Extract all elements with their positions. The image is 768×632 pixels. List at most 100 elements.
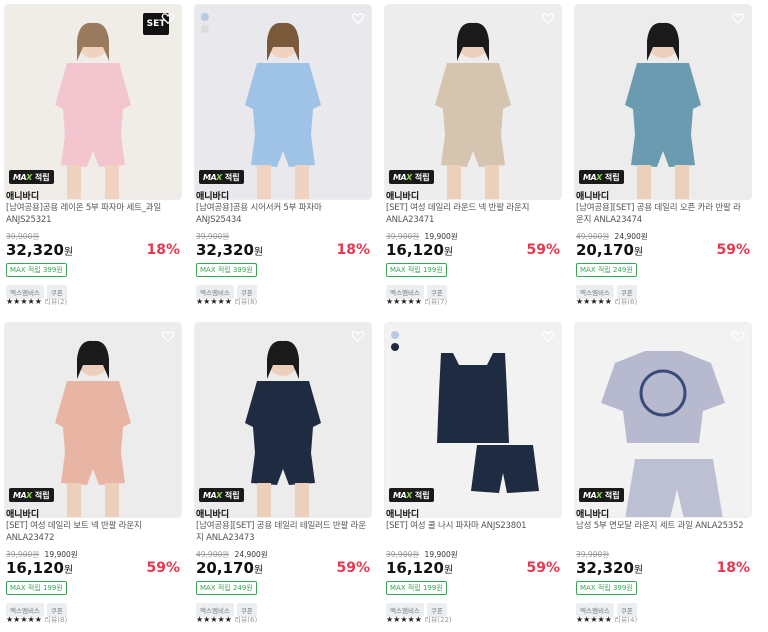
product-card[interactable]: MAX 적립 애니바디 남성 5부 면모달 라운지 세트 과일 ANLA2535… — [574, 322, 754, 632]
product-card[interactable]: MAX 적립 애니바디 [남여공용]공용 시어서커 5부 파자마 ANJS254… — [194, 4, 374, 314]
brand-name[interactable]: 애니바디 — [6, 507, 39, 520]
color-swatch[interactable] — [201, 13, 209, 21]
product-image[interactable]: SET MAX 적립 — [4, 4, 182, 200]
original-price: 39,900원 — [6, 550, 40, 559]
review-count[interactable]: 리뷰(8) — [234, 298, 257, 306]
heart-icon[interactable] — [731, 11, 745, 25]
review-count[interactable]: 리뷰(4) — [614, 616, 637, 624]
brand-name[interactable]: 애니바디 — [576, 189, 609, 202]
product-title[interactable]: [남여공용]공용 레이온 5부 파자마 세트_과일 ANJS25321 — [6, 202, 178, 226]
product-title[interactable]: [SET] 여성 쿨 나시 파자마 ANJS23801 — [386, 520, 558, 532]
original-price: 49,900원 — [576, 232, 610, 241]
product-card[interactable]: MAX 적립 애니바디 [SET] 여성 데일리 보트 넥 반팔 라운지 ANL… — [4, 322, 184, 632]
star-icons: ★★★★★ — [576, 297, 612, 306]
review-count[interactable]: 리뷰(7) — [424, 298, 447, 306]
product-card[interactable]: SET MAX 적립 애니바디 [남여공용]공용 레이온 5부 파자마 세트_과… — [4, 4, 184, 314]
brand-name[interactable]: 애니바디 — [196, 507, 229, 520]
max-points-badge: MAX 적립 249원 — [576, 263, 637, 277]
discount-rate: 18% — [716, 560, 750, 576]
star-icons: ★★★★★ — [196, 615, 232, 624]
discount-rate: 59% — [146, 560, 180, 576]
color-swatch[interactable] — [391, 343, 399, 351]
final-price: 16,120원 — [386, 559, 453, 577]
rating: ★★★★★ 리뷰(8) — [196, 297, 257, 307]
star-icons: ★★★★★ — [196, 297, 232, 306]
star-icons: ★★★★★ — [6, 297, 42, 306]
product-card[interactable]: MAX 적립 애니바디 [SET] 여성 쿨 나시 파자마 ANJS23801 … — [384, 322, 564, 632]
max-logo-icon: MAX — [203, 490, 222, 500]
product-title[interactable]: [SET] 여성 데일리 라운드 넥 반팔 라운지 ANLA23471 — [386, 202, 558, 226]
product-image[interactable]: MAX 적립 — [574, 322, 752, 518]
heart-icon[interactable] — [351, 329, 365, 343]
heart-icon[interactable] — [351, 11, 365, 25]
max-tag-label: 적립 — [414, 490, 430, 500]
max-tag-label: 적립 — [604, 172, 620, 182]
review-count[interactable]: 리뷰(6) — [234, 616, 257, 624]
max-points-badge: MAX 적립 399원 — [196, 263, 257, 277]
max-points-tag: MAX 적립 — [389, 170, 434, 184]
color-swatch[interactable] — [391, 331, 399, 339]
final-price-value: 16,120 — [386, 559, 444, 577]
rating: ★★★★★ 리뷰(22) — [386, 615, 452, 625]
original-price: 39,900원 — [6, 232, 40, 241]
color-swatch[interactable] — [201, 25, 209, 33]
max-points-badge: MAX 적립 249원 — [196, 581, 257, 595]
heart-icon[interactable] — [541, 11, 555, 25]
product-image[interactable]: MAX 적립 — [194, 322, 372, 518]
currency-unit: 원 — [253, 565, 264, 576]
product-card[interactable]: MAX 적립 애니바디 [남여공용][SET] 공용 데일리 테일러드 반팔 라… — [194, 322, 374, 632]
currency-unit: 원 — [63, 247, 74, 258]
max-points-tag: MAX 적립 — [579, 488, 624, 502]
max-logo-icon: MAX — [203, 172, 222, 182]
color-swatches — [201, 13, 209, 37]
heart-icon[interactable] — [731, 329, 745, 343]
brand-name[interactable]: 애니바디 — [196, 189, 229, 202]
max-logo-icon: MAX — [13, 172, 32, 182]
brand-name[interactable]: 애니바디 — [386, 189, 419, 202]
star-icons: ★★★★★ — [6, 615, 42, 624]
final-price-value: 20,170 — [576, 241, 634, 259]
brand-name[interactable]: 애니바디 — [6, 189, 39, 202]
heart-icon[interactable] — [161, 329, 175, 343]
review-count[interactable]: 리뷰(2) — [44, 298, 67, 306]
product-image[interactable]: MAX 적립 — [384, 4, 562, 200]
discount-rate: 18% — [146, 242, 180, 258]
product-card[interactable]: MAX 적립 애니바디 [SET] 여성 데일리 라운드 넥 반팔 라운지 AN… — [384, 4, 564, 314]
rating: ★★★★★ 리뷰(6) — [576, 297, 637, 307]
sale-price: 24,900원 — [614, 232, 648, 241]
sale-price: 19,900원 — [44, 550, 78, 559]
product-title[interactable]: [남여공용][SET] 공용 데일리 오픈 카라 반팔 라운지 ANLA2347… — [576, 202, 748, 226]
rating: ★★★★★ 리뷰(8) — [6, 615, 67, 625]
brand-name[interactable]: 애니바디 — [576, 507, 609, 520]
max-tag-label: 적립 — [224, 172, 240, 182]
product-title[interactable]: [SET] 여성 데일리 보트 넥 반팔 라운지 ANLA23472 — [6, 520, 178, 544]
review-count[interactable]: 리뷰(6) — [614, 298, 637, 306]
star-icons: ★★★★★ — [386, 297, 422, 306]
heart-icon[interactable] — [541, 329, 555, 343]
max-points-badge: MAX 적립 199원 — [386, 581, 447, 595]
product-card[interactable]: MAX 적립 애니바디 [남여공용][SET] 공용 데일리 오픈 카라 반팔 … — [574, 4, 754, 314]
currency-unit: 원 — [443, 565, 454, 576]
max-logo-icon: MAX — [393, 490, 412, 500]
currency-unit: 원 — [63, 565, 74, 576]
discount-rate: 59% — [526, 560, 560, 576]
brand-name[interactable]: 애니바디 — [386, 507, 419, 520]
review-count[interactable]: 리뷰(22) — [424, 616, 451, 624]
product-image[interactable]: MAX 적립 — [4, 322, 182, 518]
discount-rate: 59% — [336, 560, 370, 576]
max-points-tag: MAX 적립 — [199, 488, 244, 502]
product-image[interactable]: MAX 적립 — [194, 4, 372, 200]
review-count[interactable]: 리뷰(8) — [44, 616, 67, 624]
currency-unit: 원 — [253, 247, 264, 258]
product-title[interactable]: 남성 5부 면모달 라운지 세트 과일 ANLA25352 — [576, 520, 748, 532]
final-price-value: 32,320 — [196, 241, 254, 259]
final-price-value: 32,320 — [6, 241, 64, 259]
final-price: 32,320원 — [196, 241, 263, 259]
heart-icon[interactable] — [161, 11, 175, 25]
product-image[interactable]: MAX 적립 — [384, 322, 562, 518]
product-title[interactable]: [남여공용]공용 시어서커 5부 파자마 ANJS25434 — [196, 202, 368, 226]
discount-rate: 59% — [716, 242, 750, 258]
max-points-tag: MAX 적립 — [579, 170, 624, 184]
product-title[interactable]: [남여공용][SET] 공용 데일리 테일러드 반팔 라운지 ANLA23473 — [196, 520, 368, 544]
product-image[interactable]: MAX 적립 — [574, 4, 752, 200]
